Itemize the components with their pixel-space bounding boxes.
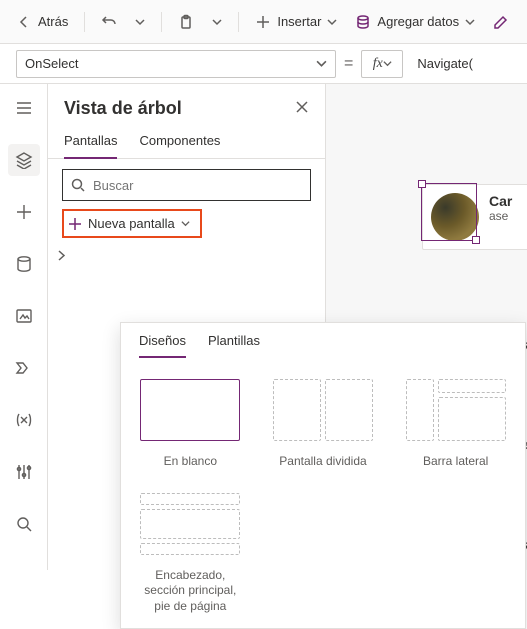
chevron-down-icon	[383, 59, 392, 68]
rail-media[interactable]	[8, 300, 40, 332]
tile-split[interactable]: Pantalla dividida	[272, 376, 375, 470]
flyout-tab-templates-label: Plantillas	[208, 333, 260, 348]
tile-split-label: Pantalla dividida	[272, 454, 375, 470]
formula-text: Navigate(	[417, 56, 473, 71]
separator	[238, 12, 239, 32]
fx-label: fx	[373, 56, 383, 72]
plus-icon	[68, 217, 82, 231]
tile-sidebar-label: Barra lateral	[404, 454, 507, 470]
clipboard-icon	[178, 14, 194, 30]
card-subtitle: ase	[489, 209, 512, 223]
separator	[84, 12, 85, 32]
fx-button[interactable]: fx	[361, 50, 403, 78]
add-data-button[interactable]: Agregar datos	[347, 8, 483, 36]
rail-tree-view[interactable]	[8, 144, 40, 176]
undo-menu-button[interactable]	[127, 11, 153, 33]
new-screen-flyout: Diseños Plantillas En blanco Pantalla di…	[120, 322, 526, 629]
property-value: OnSelect	[25, 56, 78, 71]
undo-button[interactable]	[93, 8, 125, 36]
property-dropdown[interactable]: OnSelect	[16, 50, 336, 78]
pencil-icon	[493, 14, 509, 30]
tab-components-label: Componentes	[139, 133, 220, 148]
sliders-icon	[15, 463, 33, 481]
layers-icon	[15, 151, 33, 169]
rail-search[interactable]	[8, 508, 40, 540]
undo-icon	[101, 14, 117, 30]
thumb-hmf-icon	[140, 493, 240, 555]
paste-button[interactable]	[170, 8, 202, 36]
flow-icon	[15, 359, 33, 377]
equals-sign: =	[344, 55, 353, 73]
chevron-right-icon	[56, 250, 67, 261]
rail-variables[interactable]	[8, 404, 40, 436]
thumb-split-icon	[273, 379, 373, 441]
tile-hmf-label: Encabezado, sección principal, pie de pá…	[139, 568, 242, 615]
rail-hamburger[interactable]	[8, 92, 40, 124]
plus-icon	[15, 203, 33, 221]
thumb-blank-icon	[140, 379, 240, 441]
panel-close-button[interactable]	[295, 100, 309, 117]
rail-insert[interactable]	[8, 196, 40, 228]
chevron-down-icon	[181, 219, 190, 228]
chevron-down-icon	[212, 17, 222, 27]
flyout-tab-layouts-label: Diseños	[139, 333, 186, 348]
insert-label: Insertar	[277, 14, 321, 29]
flyout-tab-templates[interactable]: Plantillas	[208, 333, 260, 358]
chevron-down-icon	[316, 58, 327, 69]
tab-screens-label: Pantallas	[64, 133, 117, 148]
insert-button[interactable]: Insertar	[247, 8, 345, 36]
media-icon	[15, 307, 33, 325]
plus-icon	[255, 14, 271, 30]
selection-handles[interactable]	[421, 183, 477, 241]
paste-menu-button[interactable]	[204, 11, 230, 33]
new-screen-button[interactable]: Nueva pantalla	[64, 211, 200, 236]
new-screen-label: Nueva pantalla	[88, 216, 175, 231]
back-button[interactable]: Atrás	[8, 8, 76, 36]
overflow-button[interactable]	[485, 8, 517, 36]
search-icon	[71, 178, 85, 192]
hamburger-icon	[15, 99, 33, 117]
separator	[161, 12, 162, 32]
database-icon	[355, 14, 371, 30]
tile-blank[interactable]: En blanco	[139, 376, 242, 470]
tile-blank-label: En blanco	[139, 454, 242, 470]
arrow-left-icon	[16, 14, 32, 30]
variable-icon	[15, 411, 33, 429]
card-title: Car	[489, 193, 512, 209]
chevron-down-icon	[465, 17, 475, 27]
thumb-sidebar-icon	[406, 379, 506, 441]
chevron-down-icon	[135, 17, 145, 27]
rail-power-automate[interactable]	[8, 352, 40, 384]
panel-title: Vista de árbol	[64, 98, 182, 119]
close-icon	[295, 100, 309, 114]
tree-root-row[interactable]	[52, 244, 311, 267]
search-icon	[15, 515, 33, 533]
tab-components[interactable]: Componentes	[139, 127, 220, 158]
rail-data[interactable]	[8, 248, 40, 280]
tab-screens[interactable]: Pantallas	[64, 127, 117, 158]
chevron-down-icon	[327, 17, 337, 27]
back-label: Atrás	[38, 14, 68, 29]
flyout-tab-layouts[interactable]: Diseños	[139, 333, 186, 358]
tile-hmf[interactable]: Encabezado, sección principal, pie de pá…	[139, 490, 242, 615]
search-box[interactable]	[62, 169, 311, 201]
formula-input[interactable]: Navigate(	[411, 50, 517, 78]
cylinder-icon	[15, 255, 33, 273]
tile-sidebar[interactable]: Barra lateral	[404, 376, 507, 470]
rail-advanced-tools[interactable]	[8, 456, 40, 488]
add-data-label: Agregar datos	[377, 14, 459, 29]
search-input[interactable]	[93, 178, 302, 193]
new-screen-highlight: Nueva pantalla	[62, 209, 202, 238]
